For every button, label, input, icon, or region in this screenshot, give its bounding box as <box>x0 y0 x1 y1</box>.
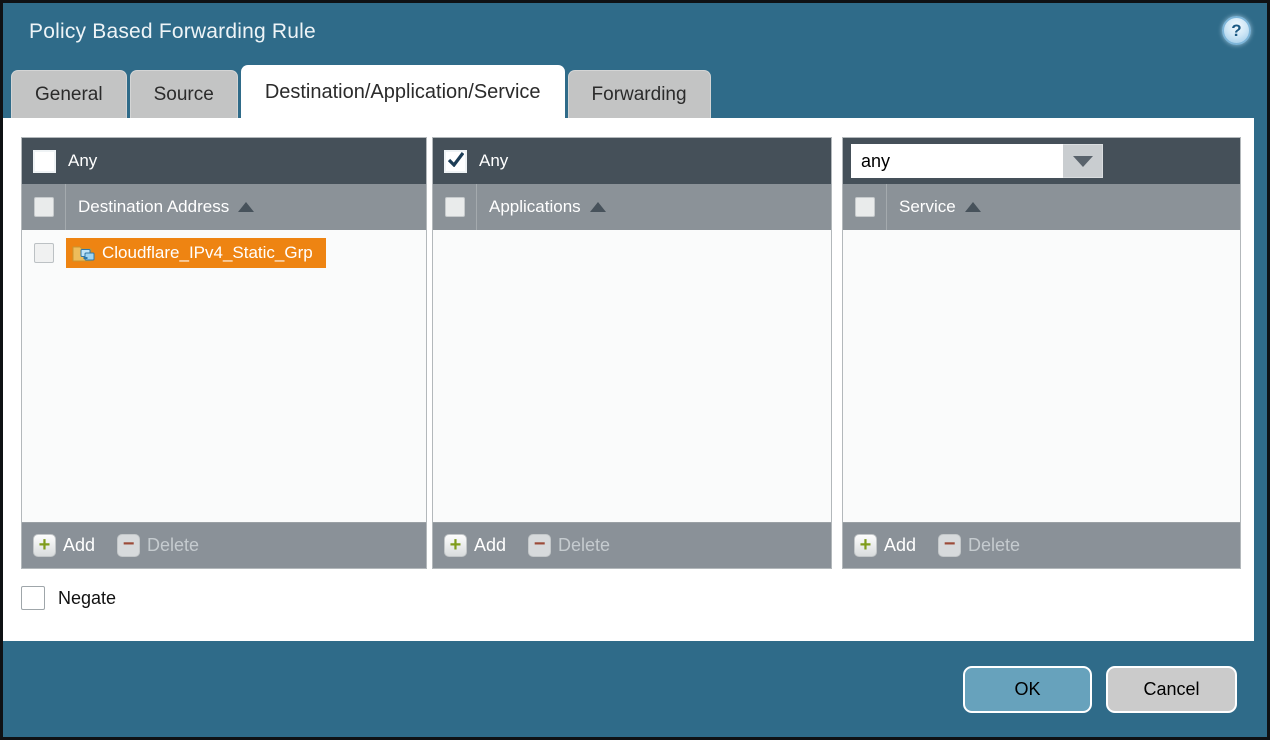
service-dropdown-button[interactable] <box>1063 144 1103 178</box>
item-checkbox[interactable] <box>34 243 54 263</box>
service-actions-bar: + Add − Delete <box>843 522 1240 568</box>
applications-column: Any Applications + Add <box>432 137 832 569</box>
service-select-all-checkbox[interactable] <box>855 197 875 217</box>
applications-header-row: Applications <box>433 184 831 230</box>
selected-address-group-item[interactable]: Cloudflare_IPv4_Static_Grp <box>66 238 326 268</box>
negate-label: Negate <box>58 588 116 609</box>
applications-actions-bar: + Add − Delete <box>433 522 831 568</box>
plus-icon: + <box>33 534 56 557</box>
dialog-footer: OK Cancel <box>3 641 1267 737</box>
plus-icon: + <box>444 534 467 557</box>
minus-icon: − <box>528 534 551 557</box>
destination-list: Cloudflare_IPv4_Static_Grp <box>22 230 426 522</box>
sort-ascending-icon <box>590 202 606 212</box>
tab-source[interactable]: Source <box>130 70 238 118</box>
destination-actions-bar: + Add − Delete <box>22 522 426 568</box>
service-delete-button[interactable]: − Delete <box>938 534 1020 557</box>
service-header-row: Service <box>843 184 1240 230</box>
applications-column-header[interactable]: Applications <box>489 197 606 217</box>
applications-header-label: Applications <box>489 197 581 217</box>
delete-button-label: Delete <box>968 535 1020 556</box>
destination-any-checkbox[interactable] <box>33 150 56 173</box>
title-bar: Policy Based Forwarding Rule ? <box>3 3 1267 61</box>
tab-bar: General Source Destination/Application/S… <box>3 61 1267 118</box>
service-dropdown <box>851 144 1103 178</box>
address-group-icon <box>72 244 95 262</box>
page-title: Policy Based Forwarding Rule <box>29 20 316 44</box>
delete-button-label: Delete <box>558 535 610 556</box>
destination-delete-button[interactable]: − Delete <box>117 534 199 557</box>
destination-select-all-checkbox[interactable] <box>34 197 54 217</box>
ok-button[interactable]: OK <box>963 666 1092 713</box>
service-header-label: Service <box>899 197 956 217</box>
applications-any-bar: Any <box>433 138 831 184</box>
service-column: Service + Add − Delete <box>842 137 1241 569</box>
destination-address-column: Any Destination Address <box>21 137 427 569</box>
destination-header-row: Destination Address <box>22 184 426 230</box>
destination-any-checkbox-cell <box>22 150 66 173</box>
service-dropdown-bar <box>843 138 1240 184</box>
destination-column-header[interactable]: Destination Address <box>78 197 254 217</box>
applications-list <box>433 230 831 522</box>
list-item: Cloudflare_IPv4_Static_Grp <box>22 238 426 268</box>
destination-select-all-cell <box>22 184 66 230</box>
cancel-button[interactable]: Cancel <box>1106 666 1237 713</box>
add-button-label: Add <box>884 535 916 556</box>
destination-add-button[interactable]: + Add <box>33 534 95 557</box>
service-column-header[interactable]: Service <box>899 197 981 217</box>
destination-any-bar: Any <box>22 138 426 184</box>
address-group-label: Cloudflare_IPv4_Static_Grp <box>102 243 313 263</box>
destination-any-label: Any <box>68 151 97 171</box>
applications-select-all-checkbox[interactable] <box>445 197 465 217</box>
negate-checkbox[interactable] <box>21 586 45 610</box>
delete-button-label: Delete <box>147 535 199 556</box>
applications-any-label: Any <box>479 151 508 171</box>
destination-header-label: Destination Address <box>78 197 229 217</box>
tab-destination-application-service[interactable]: Destination/Application/Service <box>241 65 565 118</box>
sort-ascending-icon <box>238 202 254 212</box>
service-add-button[interactable]: + Add <box>854 534 916 557</box>
chevron-down-icon <box>1073 156 1093 167</box>
applications-delete-button[interactable]: − Delete <box>528 534 610 557</box>
service-dropdown-input[interactable] <box>851 144 1063 178</box>
policy-based-forwarding-dialog: Policy Based Forwarding Rule ? General S… <box>0 0 1270 740</box>
checkmark-icon <box>447 152 464 167</box>
negate-row: Negate <box>21 586 1254 610</box>
add-button-label: Add <box>63 535 95 556</box>
applications-any-checkbox-cell <box>433 150 477 173</box>
applications-add-button[interactable]: + Add <box>444 534 506 557</box>
applications-any-checkbox[interactable] <box>444 150 467 173</box>
item-checkbox-cell <box>22 243 66 263</box>
service-select-all-cell <box>843 184 887 230</box>
sort-ascending-icon <box>965 202 981 212</box>
tab-general[interactable]: General <box>11 70 127 118</box>
help-button[interactable]: ? <box>1222 16 1251 45</box>
minus-icon: − <box>938 534 961 557</box>
minus-icon: − <box>117 534 140 557</box>
tab-content: Any Destination Address <box>3 118 1254 641</box>
plus-icon: + <box>854 534 877 557</box>
question-mark-icon: ? <box>1231 21 1241 41</box>
applications-select-all-cell <box>433 184 477 230</box>
columns-container: Any Destination Address <box>21 137 1254 569</box>
add-button-label: Add <box>474 535 506 556</box>
tab-forwarding[interactable]: Forwarding <box>568 70 711 118</box>
service-list <box>843 230 1240 522</box>
